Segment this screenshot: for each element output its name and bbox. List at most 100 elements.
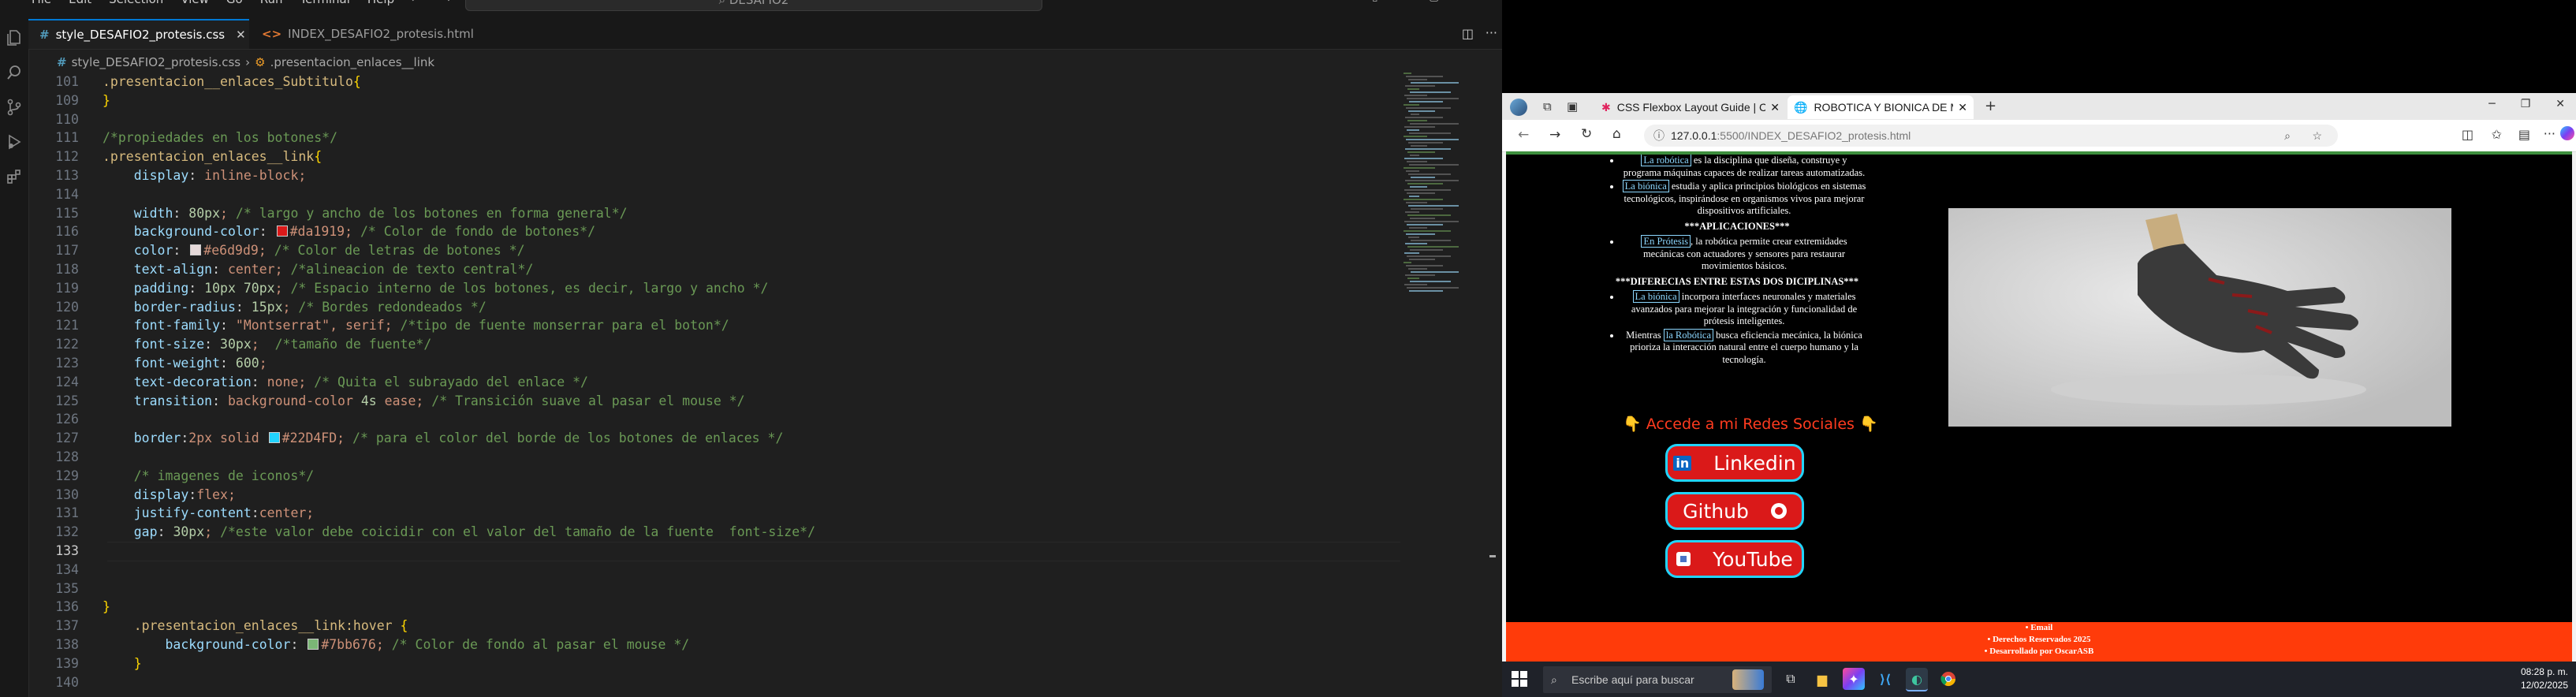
code-line[interactable]: 112 .presentacion_enlaces__link{ [28,147,1400,166]
code-line[interactable]: 124 text-decoration: none; /* Quita el s… [28,373,1400,392]
split-screen-icon[interactable]: ◫ [2462,127,2473,142]
browser-tab-robotica[interactable]: 🌐 ROBOTICA Y BIONICA DE MEXICO ✕ [1788,95,1974,119]
layout-icon[interactable]: ▭ [1274,0,1284,3]
new-tab-icon[interactable]: + [1985,98,1996,114]
collections-icon[interactable]: ▤ [2518,127,2530,142]
tab-actions-icon[interactable]: ▣ [1567,99,1578,114]
footer-email[interactable]: • Email [1506,622,2572,634]
code-line[interactable]: 138 background-color: #7bb676; /* Color … [28,636,1400,654]
close-tab-icon[interactable]: ✕ [1770,101,1780,114]
windows-start-icon[interactable] [1512,671,1527,690]
search-icon[interactable] [3,62,25,84]
minimize-icon[interactable]: ─ [1400,0,1407,3]
code-line[interactable]: 131 justify-content:center; [28,504,1400,523]
zoom-icon[interactable]: ⌕ [2284,125,2291,147]
code-line[interactable]: 136} [28,598,1400,617]
command-center[interactable]: ⌕ DESAFIO2 [465,0,1042,11]
code-line[interactable]: 116 background-color: #da1919; /* Color … [28,222,1400,241]
menu-item[interactable]: Terminal [300,0,350,6]
code-line[interactable]: 121 font-family: "Montserrat", serif; /*… [28,316,1400,335]
task-view-icon[interactable]: ⧉ [1780,668,1802,690]
code-line[interactable]: 109} [28,91,1400,110]
breadcrumb-file[interactable]: style_DESAFIO2_protesis.css [72,55,241,69]
linkedin-button[interactable]: in Linkedin [1665,444,1804,482]
code-line[interactable]: 130 display:flex; [28,486,1400,505]
copilot-app-icon[interactable]: ✦ [1843,668,1865,690]
tab-index-html[interactable]: <> INDEX_DESAFIO2_protesis.html [251,19,479,49]
refresh-icon[interactable]: ↻ [1581,126,1592,142]
browser-tab-css-tricks[interactable]: ✱ CSS Flexbox Layout Guide | CSS-T ✕ [1595,95,1786,119]
code-line[interactable]: 135 [28,580,1400,598]
taskbar-search[interactable]: ⌕ Escribe aquí para buscar [1543,666,1772,693]
code-line[interactable]: 118 text-align: center; /*alineacion de … [28,260,1400,279]
code-line[interactable]: 114 [28,185,1400,204]
code-line[interactable]: 119 padding: 10px 70px; /* Espacio inter… [28,279,1400,298]
split-editor-icon[interactable]: ◫ [1462,26,1474,41]
code-line[interactable]: 113 display: inline-block; [28,166,1400,185]
menu-item[interactable]: Help [367,0,394,6]
favorites-icon[interactable]: ✩ [2492,127,2502,142]
file-explorer-icon[interactable]: ▆ [1811,668,1833,690]
code-line[interactable]: 127 border:2px solid #22D4FD; /* para el… [28,429,1400,448]
extensions-icon[interactable] [3,166,25,188]
url-input[interactable]: ⓘ 127.0.0.1:5500/INDEX_DESAFIO2_protesis.… [1644,125,2338,147]
editor-scrollbar[interactable] [1487,73,1498,697]
back-icon[interactable]: ← [1518,127,1529,143]
layout-icon[interactable]: ▯ [1372,0,1378,3]
layout-icon[interactable]: ▭ [1307,0,1317,3]
minimize-icon[interactable]: ─ [2488,98,2495,110]
code-line[interactable]: 129 /* imagenes de iconos*/ [28,467,1400,486]
close-window-icon[interactable]: ✕ [2555,98,2565,110]
forward-icon[interactable]: → [1549,127,1560,143]
youtube-button[interactable]: YouTube [1665,540,1804,578]
chrome-app-icon[interactable] [1937,668,1959,690]
code-line[interactable]: 139 } [28,654,1400,673]
layout-icon[interactable]: ▭ [1340,0,1350,3]
code-line[interactable]: 126 [28,410,1400,429]
breadcrumb-selector[interactable]: .presentacion_enlaces__link [270,55,435,69]
code-line[interactable]: 128 [28,448,1400,467]
code-line[interactable]: 101 .presentacion__enlaces_Subtitulo{ [28,73,1400,91]
restore-icon[interactable]: ❐ [2521,98,2531,110]
code-line[interactable]: 111 /*propiedades en los botones*/ [28,129,1400,147]
close-tab-icon[interactable]: ✕ [236,28,246,42]
github-button[interactable]: Github [1665,492,1804,530]
menu-item[interactable]: File [32,0,51,6]
maximize-icon[interactable]: ▢ [1429,0,1439,3]
code-line[interactable]: 133 [28,542,1400,561]
forward-arrow-icon[interactable]: → [441,0,451,6]
vscode-app-icon[interactable]: ⟩⟨ [1874,668,1896,690]
tab-style-css[interactable]: # style_DESAFIO2_protesis.css ✕ [28,19,249,49]
favorite-star-icon[interactable]: ☆ [2312,125,2322,147]
menu-item[interactable]: Edit [69,0,91,6]
menu-item[interactable]: Selection [109,0,163,6]
code-line[interactable]: 125 transition: background-color 4s ease… [28,392,1400,411]
taskbar-clock[interactable]: 08:28 p. m. 12/02/2025 [2521,665,2568,692]
code-line[interactable]: 117 color: #e6d9d9; /* Color de letras d… [28,241,1400,260]
code-line[interactable]: 122 font-size: 30px; /*tamaño de fuente*… [28,335,1400,354]
menu-item[interactable]: Go [226,0,243,6]
home-icon[interactable]: ⌂ [1612,126,1621,142]
code-line[interactable]: 110 [28,110,1400,129]
back-arrow-icon[interactable]: ← [410,0,420,6]
code-line[interactable]: 123 font-weight: 600; [28,354,1400,373]
menu-item[interactable]: View [181,0,209,6]
code-line[interactable]: 140 [28,673,1400,692]
profile-avatar[interactable] [1510,99,1527,116]
code-editor[interactable]: 101 .presentacion__enlaces_Subtitulo{109}… [28,73,1400,697]
code-line[interactable]: 120 border-radius: 15px; /* Bordes redon… [28,298,1400,317]
edge-app-icon[interactable]: ◐ [1906,668,1928,691]
menu-item[interactable]: Run [260,0,283,6]
code-line[interactable]: 115 width: 80px; /* largo y ancho de los… [28,204,1400,223]
minimap[interactable] [1400,73,1487,309]
run-debug-icon[interactable] [3,131,25,153]
more-actions-icon[interactable]: ··· [1486,25,1497,40]
close-window-icon[interactable]: ✕ [1461,0,1471,3]
more-menu-icon[interactable]: ··· [2544,126,2555,141]
close-tab-icon[interactable]: ✕ [1958,101,1967,114]
source-control-icon[interactable] [3,96,25,118]
workspaces-icon[interactable]: ⧉ [1543,99,1552,114]
copilot-icon[interactable] [2560,126,2574,140]
explorer-icon[interactable] [3,27,25,49]
code-line[interactable]: 134 [28,561,1400,580]
